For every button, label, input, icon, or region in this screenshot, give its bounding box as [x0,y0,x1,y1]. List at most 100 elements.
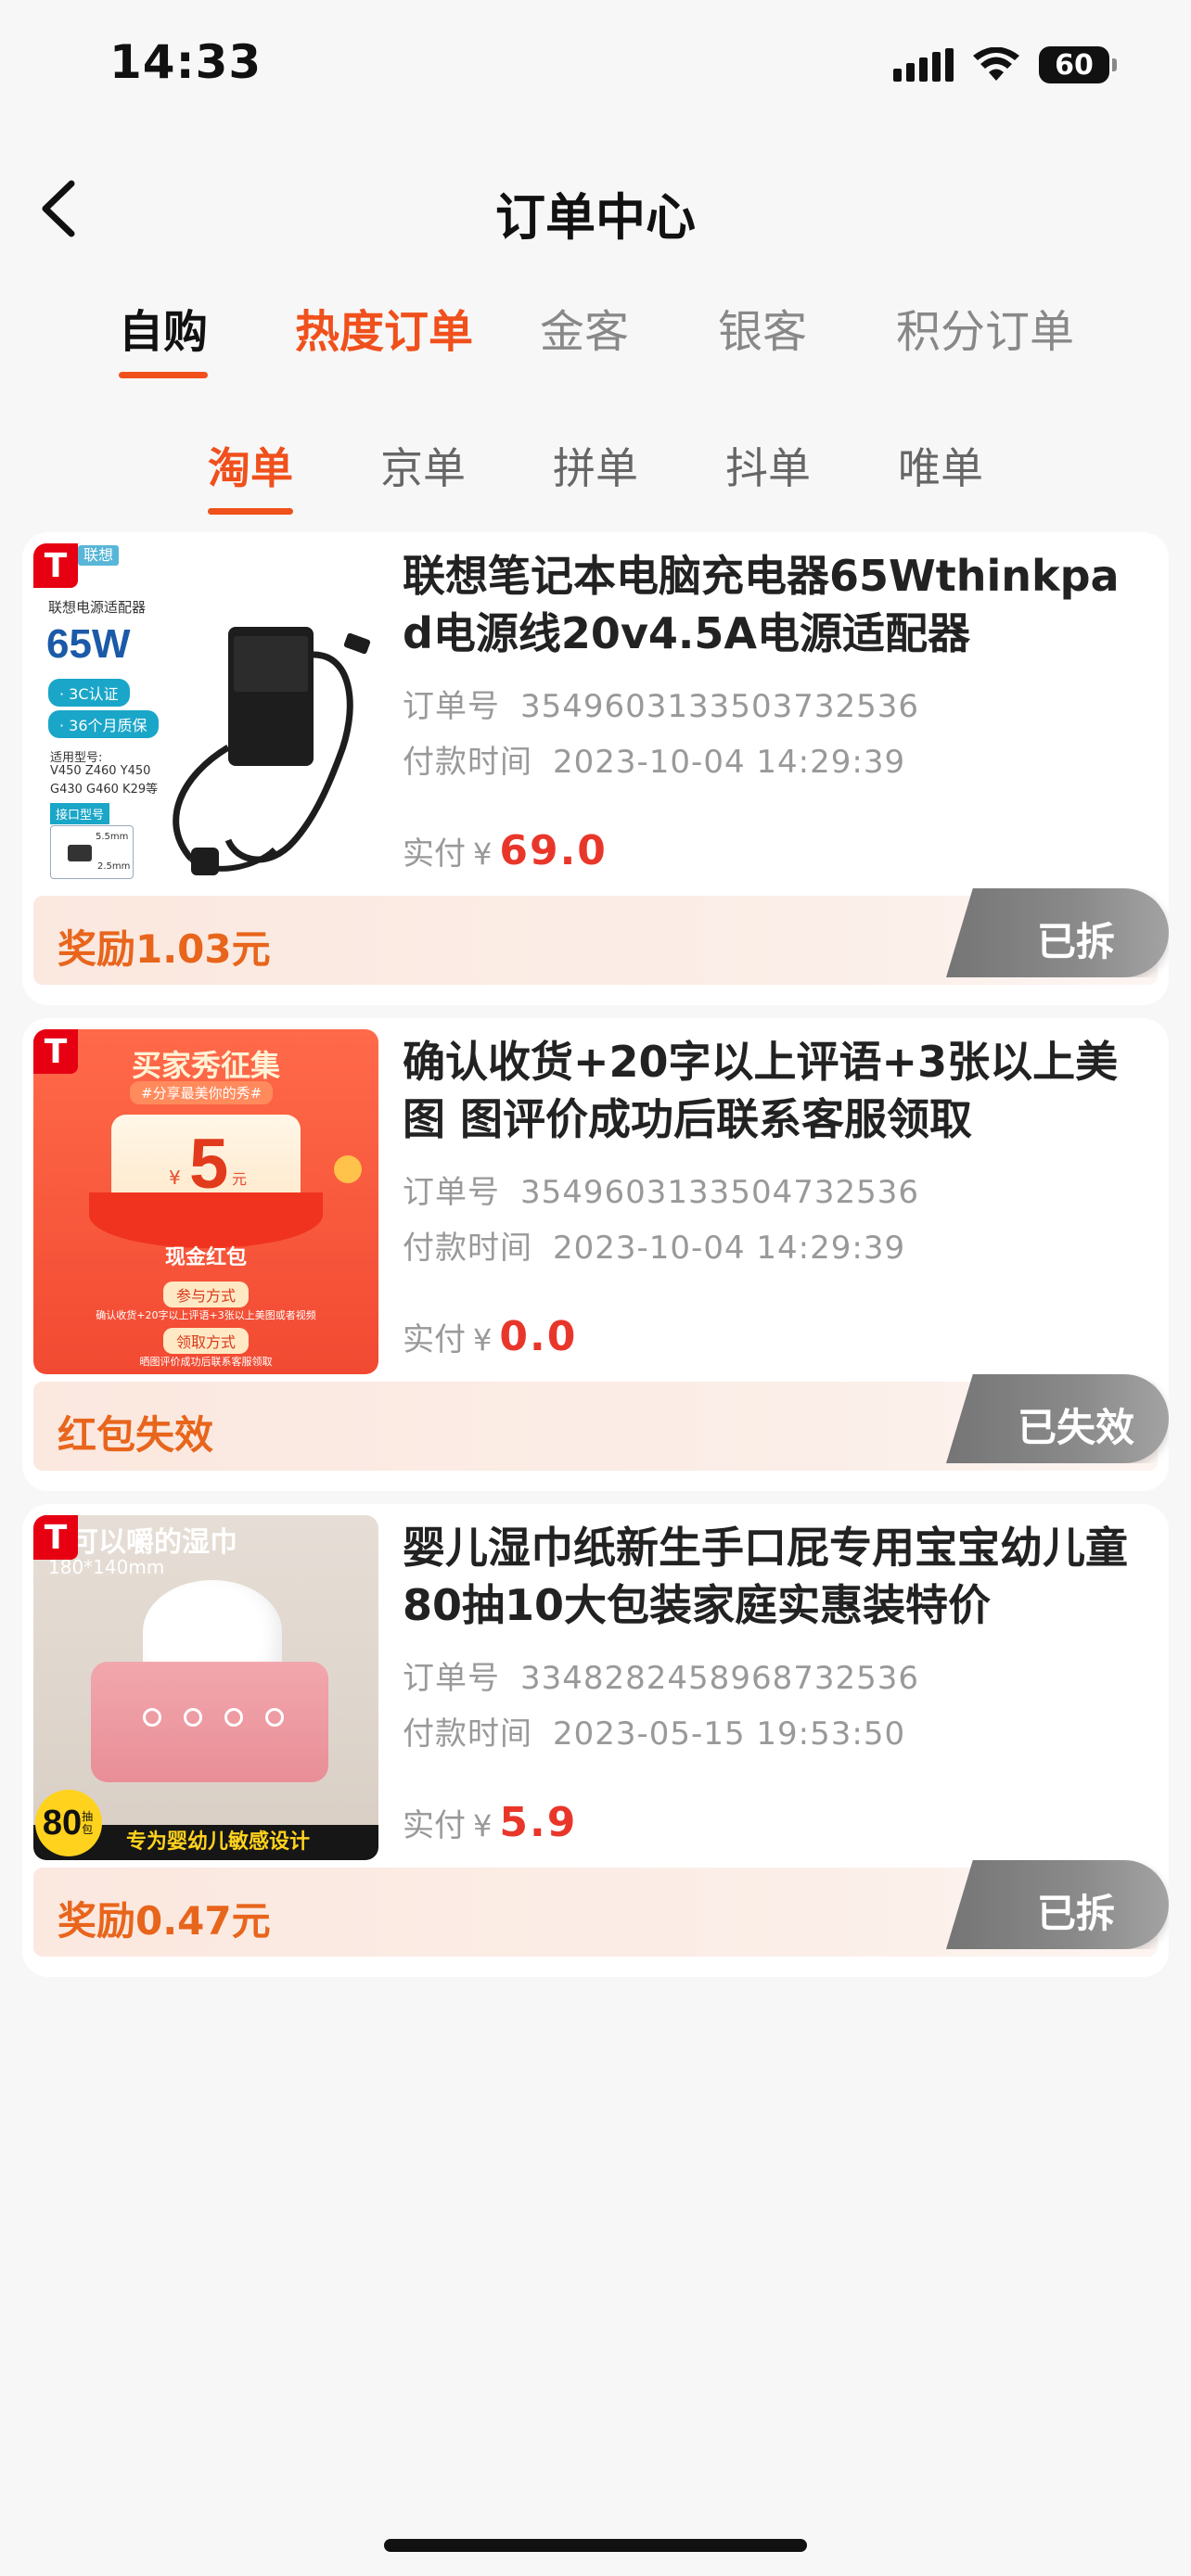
wattage-label: 65W [46,621,131,667]
paid-amount-row: 实付 ¥ 0.0 [403,1313,577,1360]
product-thumbnail: T 联想 联想电源适配器 65W · 3C认证 · 36个月质保 适用型号: V… [33,543,378,888]
currency-symbol: ¥ [473,1322,493,1358]
reward-text: 红包失效 [58,1412,214,1458]
subtab-label: 京单 [380,443,466,493]
tab-silver-customers[interactable]: 银客 [718,295,807,360]
tab-points-orders[interactable]: 积分订单 [896,295,1074,360]
order-no-label: 订单号 [403,1660,500,1697]
active-tab-indicator [119,372,209,378]
order-card[interactable]: T 可以嚼的湿巾 180*140mm 80 抽包 专为婴幼儿敏感设计 婴儿湿巾纸… [22,1504,1169,1977]
paid-amount: 69.0 [499,827,608,874]
tab-label: 热度订单 [295,306,474,358]
subtab-vip[interactable]: 唯单 [898,435,983,496]
pay-time: 2023-05-15 19:53:50 [553,1715,906,1753]
models-line-2: G430 G460 K29等 [50,783,159,797]
order-card[interactable]: T 联想 联想电源适配器 65W · 3C认证 · 36个月质保 适用型号: V… [22,532,1169,1005]
status-bar: 14:33 60 [0,0,1191,139]
paid-amount: 5.9 [499,1799,578,1846]
paid-amount-row: 实付 ¥ 5.9 [403,1799,577,1846]
tab-label: 银客 [718,306,808,358]
tab-gold-customers[interactable]: 金客 [540,295,629,360]
subtab-taobao[interactable]: 淘单 [208,435,293,515]
order-status-label: 已拆 [1036,919,1115,964]
claim-label: 领取方式 [163,1328,250,1354]
pay-time-label: 付款时间 [403,744,532,781]
subtab-label: 唯单 [898,443,983,493]
order-info: 婴儿湿巾纸新生手口屁专用宝宝幼儿童80抽10大包装家庭实惠装特价 订单号 3348… [403,1519,1145,1762]
battery-icon: 60 [1039,46,1117,83]
status-icons: 60 [893,46,1117,83]
order-no-label: 订单号 [403,1174,500,1211]
reward-text: 奖励1.03元 [58,926,271,972]
port-label: 接口型号 [50,803,110,824]
packet-currency: ¥ [169,1167,181,1189]
order-status-button[interactable]: 已失效 [946,1374,1169,1463]
count-badge: 80 抽包 [35,1790,102,1856]
tab-self-purchase[interactable]: 自购 [119,295,209,378]
tab-hot-orders[interactable]: 热度订单 [295,295,473,360]
order-status-label: 已失效 [1017,1405,1134,1450]
port-diagram: 5.5mm 2.5mm [50,825,134,879]
order-status-button[interactable]: 已拆 [946,888,1169,977]
status-time: 14:33 [109,35,263,89]
subtab-jd[interactable]: 京单 [380,435,466,496]
thumb-caption: 联想电源适配器 [48,599,147,616]
currency-symbol: ¥ [473,836,493,872]
models-line-1: V450 Z460 Y450 [50,764,151,778]
pay-time: 2023-10-04 14:29:39 [553,744,906,781]
active-subtab-indicator [208,508,293,515]
packet-unit: 元 [232,1170,248,1188]
cellular-signal-icon [893,48,954,82]
tab-label: 积分订单 [896,306,1075,358]
order-number: 3348282458968732536 [520,1660,920,1697]
how-to-join-desc: 确认收货+20字以上评语+3张以上美图或者视频 [96,1309,316,1321]
paid-label: 实付 [403,1807,466,1844]
subtab-label: 拼单 [553,443,638,493]
order-number: 3549603133504732536 [520,1174,920,1211]
charger-image [173,627,371,875]
order-no-label: 订单号 [403,688,500,725]
reward-bar: 奖励1.03元 已拆 [33,888,1169,985]
nav-header: 订单中心 [0,148,1191,269]
product-title: 确认收货+20字以上评语+3张以上美图 图评价成功后联系客服领取 [403,1037,1119,1144]
order-meta: 订单号 3549603133504732536 付款时间 2023-10-04 14… [403,1165,1145,1276]
battery-level: 60 [1039,46,1109,83]
thumb-slogan: 专为婴幼儿敏感设计 [126,1830,311,1854]
reward-bar: 红包失效 已失效 [33,1374,1169,1471]
brand-tag: 联想 [78,545,120,566]
product-title: 婴儿湿巾纸新生手口屁专用宝宝幼儿童80抽10大包装家庭实惠装特价 [403,1523,1128,1630]
port-size-outer: 5.5mm [96,832,129,842]
home-indicator[interactable] [384,2539,807,2552]
reward-text: 奖励0.47元 [58,1898,271,1944]
tab-label: 自购 [119,306,209,358]
product-thumbnail: T 买家秀征集 #分享最美你的秀# ¥ 5 元 现金红包 参与方式 确认收货+2… [33,1029,378,1374]
pay-time-label: 付款时间 [403,1230,532,1267]
cert-tag: · 3C认证 [48,679,130,707]
thumb-headline: 买家秀征集 [131,1048,280,1083]
red-envelope-shape [89,1192,323,1248]
order-number: 3549603133503732536 [520,688,920,725]
paid-label: 实付 [403,1321,466,1358]
product-thumbnail: T 可以嚼的湿巾 180*140mm 80 抽包 专为婴幼儿敏感设计 [33,1515,378,1860]
order-info: 确认收货+20字以上评语+3张以上美图 图评价成功后联系客服领取 订单号 3549… [403,1033,1145,1276]
tmall-badge: T [33,1515,78,1560]
currency-symbol: ¥ [473,1808,493,1843]
thumb-headline: 可以嚼的湿巾 [70,1526,237,1559]
thumb-hashtag: #分享最美你的秀# [130,1081,274,1104]
claim-desc: 晒图评价成功后联系客服领取 [139,1356,273,1368]
order-card[interactable]: T 买家秀征集 #分享最美你的秀# ¥ 5 元 现金红包 参与方式 确认收货+2… [22,1018,1169,1491]
main-tab-bar: 自购 热度订单 金客 银客 积分订单 [0,278,1191,380]
page-title: 订单中心 [495,188,696,247]
tmall-badge: T [33,1029,78,1074]
order-info: 联想笔记本电脑充电器65Wthinkpad电源线20v4.5A电源适配器 订单号… [403,547,1145,790]
count-value: 80 [42,1803,83,1843]
product-title: 联想笔记本电脑充电器65Wthinkpad电源线20v4.5A电源适配器 [403,551,1120,658]
tmall-badge: T [33,543,78,588]
subtab-pdd[interactable]: 拼单 [553,435,638,496]
subtab-douyin[interactable]: 抖单 [725,435,811,496]
order-status-button[interactable]: 已拆 [946,1860,1169,1949]
wifi-icon [973,47,1019,81]
how-to-join-label: 参与方式 [163,1282,250,1307]
sub-tab-bar: 淘单 京单 拼单 抖单 唯单 [0,422,1191,515]
subtab-label: 淘单 [208,443,293,493]
